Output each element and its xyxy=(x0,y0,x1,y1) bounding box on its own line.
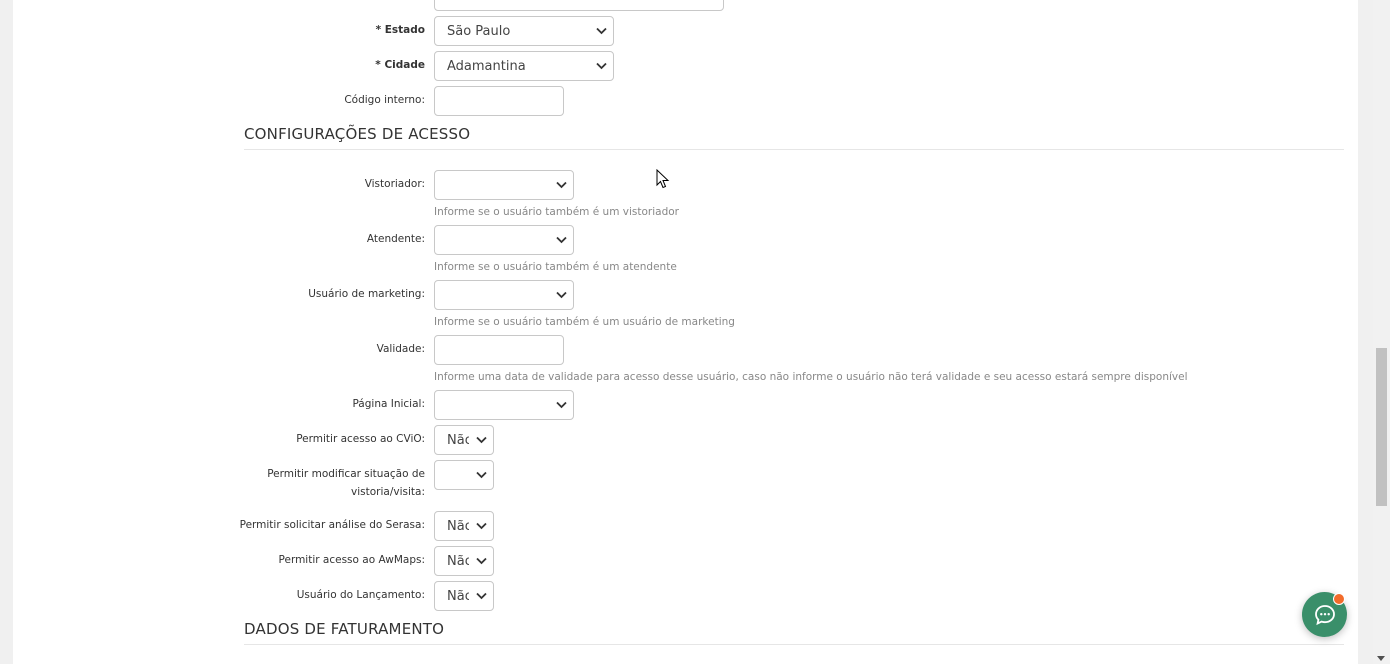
cvio-select[interactable]: Não xyxy=(434,425,494,455)
estado-label: * Estado xyxy=(375,24,425,36)
serasa-value: Não xyxy=(447,518,469,534)
chevron-down-icon xyxy=(476,522,487,530)
chat-bubble-icon xyxy=(1314,604,1335,625)
form-page: * Estado São Paulo * Cidade Adamantina C… xyxy=(13,0,1358,664)
estado-select[interactable]: São Paulo xyxy=(434,16,614,46)
modificar-select[interactable] xyxy=(434,460,494,490)
marketing-help: Informe se o usuário também é um usuário… xyxy=(434,316,735,328)
modificar-label: Permitir modificar situação de vistoria/… xyxy=(225,465,425,501)
notification-dot xyxy=(1333,593,1345,605)
billing-section-title: DADOS DE FATURAMENTO xyxy=(244,620,1344,645)
scroll-down-arrow-icon[interactable] xyxy=(1377,656,1385,661)
chat-button[interactable] xyxy=(1302,592,1347,637)
awmaps-select[interactable]: Não xyxy=(434,546,494,576)
validade-input[interactable] xyxy=(434,335,564,365)
marketing-label: Usuário de marketing: xyxy=(308,288,425,300)
chevron-down-icon xyxy=(556,236,567,244)
pagina-inicial-label: Página Inicial: xyxy=(352,398,425,410)
lancamento-select[interactable]: Não xyxy=(434,581,494,611)
atendente-help: Informe se o usuário também é um atenden… xyxy=(434,261,677,273)
estado-value: São Paulo xyxy=(447,23,511,39)
lancamento-label: Usuário do Lançamento: xyxy=(296,589,425,601)
mouse-cursor-icon xyxy=(656,169,670,189)
vistoriador-label: Vistoriador: xyxy=(364,178,425,190)
chevron-down-icon xyxy=(596,62,607,70)
access-section-title: CONFIGURAÇÕES DE ACESSO xyxy=(244,125,1344,150)
vistoriador-select[interactable] xyxy=(434,170,574,200)
cidade-value: Adamantina xyxy=(447,58,526,74)
serasa-label: Permitir solicitar análise do Serasa: xyxy=(239,519,425,531)
vistoriador-help: Informe se o usuário também é um vistori… xyxy=(434,206,679,218)
validade-help: Informe uma data de validade para acesso… xyxy=(434,371,1188,383)
modificar-label-line1: Permitir modificar situação de xyxy=(267,468,425,480)
cidade-select[interactable]: Adamantina xyxy=(434,51,614,81)
atendente-select[interactable] xyxy=(434,225,574,255)
top-input-partial[interactable] xyxy=(434,0,724,11)
vertical-scrollbar[interactable] xyxy=(1373,0,1390,664)
awmaps-label: Permitir acesso ao AwMaps: xyxy=(278,554,425,566)
chevron-down-icon xyxy=(556,181,567,189)
pagina-inicial-select[interactable] xyxy=(434,390,574,420)
marketing-select[interactable] xyxy=(434,280,574,310)
cidade-label: * Cidade xyxy=(375,59,425,71)
chevron-down-icon xyxy=(556,291,567,299)
atendente-label: Atendente: xyxy=(366,233,425,245)
lancamento-value: Não xyxy=(447,588,469,604)
chevron-down-icon xyxy=(556,401,567,409)
chevron-down-icon xyxy=(476,436,487,444)
chevron-down-icon xyxy=(476,557,487,565)
awmaps-value: Não xyxy=(447,553,469,569)
serasa-select[interactable]: Não xyxy=(434,511,494,541)
chevron-down-icon xyxy=(476,471,487,479)
codigo-label: Código interno: xyxy=(344,94,425,106)
chevron-down-icon xyxy=(476,592,487,600)
modificar-label-line2: vistoria/visita: xyxy=(351,486,425,498)
cvio-label: Permitir acesso ao CViO: xyxy=(296,433,425,445)
scrollbar-thumb[interactable] xyxy=(1376,348,1387,506)
chevron-down-icon xyxy=(596,27,607,35)
codigo-input[interactable] xyxy=(434,86,564,116)
validade-label: Validade: xyxy=(376,343,425,355)
cvio-value: Não xyxy=(447,432,469,448)
